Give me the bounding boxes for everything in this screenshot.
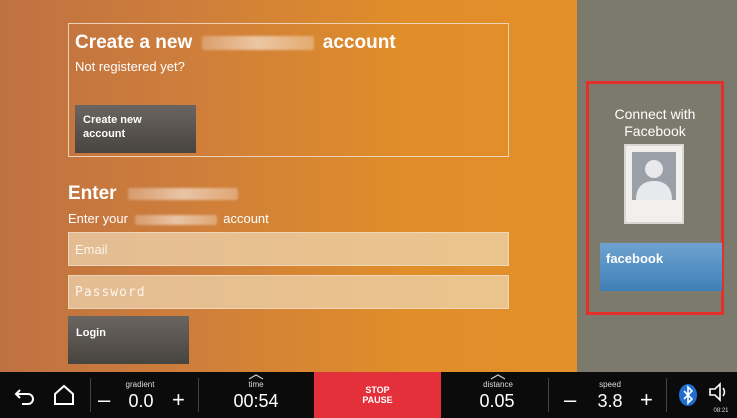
avatar-placeholder-icon xyxy=(632,152,676,200)
gradient-plus-button[interactable]: + xyxy=(172,389,185,411)
password-field[interactable] xyxy=(68,275,509,309)
speed-minus-button[interactable]: – xyxy=(564,389,576,411)
time-label: time xyxy=(248,380,264,389)
redacted-brand xyxy=(201,35,314,50)
create-button-line2: account xyxy=(83,128,126,140)
distance-label: distance xyxy=(483,380,513,389)
separator xyxy=(548,378,549,412)
time-value: 00:54 xyxy=(233,391,279,411)
create-title-prefix: Create a new xyxy=(75,32,193,53)
email-field[interactable] xyxy=(68,232,509,266)
pause-label: PAUSE xyxy=(362,395,393,405)
bluetooth-icon[interactable] xyxy=(678,383,698,407)
facebook-button-label: facebook xyxy=(606,251,664,266)
control-bar: gradient – 0.0 + time 00:54 STOP PAUSE d… xyxy=(0,372,737,418)
enter-title: Enter xyxy=(68,183,238,205)
gradient-label: gradient xyxy=(125,380,155,389)
create-account-subtitle: Not registered yet? xyxy=(75,59,185,74)
avatar-placeholder xyxy=(624,144,684,224)
connect-facebook-title: Connect with Facebook xyxy=(589,106,721,140)
gradient-minus-button[interactable]: – xyxy=(98,389,110,411)
speed-plus-button[interactable]: + xyxy=(640,389,653,411)
speaker-icon[interactable] xyxy=(708,382,730,402)
gradient-value: 0.0 xyxy=(128,391,154,411)
separator xyxy=(666,378,667,412)
enter-title-text: Enter xyxy=(68,183,117,204)
separator xyxy=(90,378,91,412)
create-new-account-button[interactable]: Create new account xyxy=(75,105,196,153)
speed-label: speed xyxy=(599,380,621,389)
redacted-brand xyxy=(127,187,238,200)
facebook-connect-highlight: Connect with Facebook facebook xyxy=(586,81,724,315)
stop-label: STOP xyxy=(365,385,390,395)
create-button-line1: Create new xyxy=(83,114,142,126)
clock-text: 08:21 xyxy=(713,408,729,414)
create-title-suffix: account xyxy=(322,32,396,53)
login-button[interactable]: Login xyxy=(68,316,189,364)
enter-sub-prefix: Enter your xyxy=(68,211,128,226)
enter-sub-suffix: account xyxy=(223,211,269,226)
redacted-brand xyxy=(134,214,217,225)
home-icon[interactable] xyxy=(52,384,76,406)
facebook-login-button[interactable]: facebook xyxy=(600,243,722,291)
separator xyxy=(198,378,199,412)
enter-subtitle: Enter your account xyxy=(68,211,269,226)
speed-value: 3.8 xyxy=(597,391,623,411)
stop-pause-button[interactable]: STOP PAUSE xyxy=(314,372,441,418)
create-account-title: Create a new account xyxy=(75,32,396,54)
main-panel: Create a new account Not registered yet?… xyxy=(0,0,577,372)
distance-value: 0.05 xyxy=(479,391,515,411)
connect-line1: Connect with xyxy=(614,106,696,122)
back-arrow-icon[interactable] xyxy=(14,386,36,406)
connect-line2: Facebook xyxy=(624,123,686,139)
create-account-section: Create a new account Not registered yet?… xyxy=(68,23,509,157)
login-label: Login xyxy=(76,327,106,339)
